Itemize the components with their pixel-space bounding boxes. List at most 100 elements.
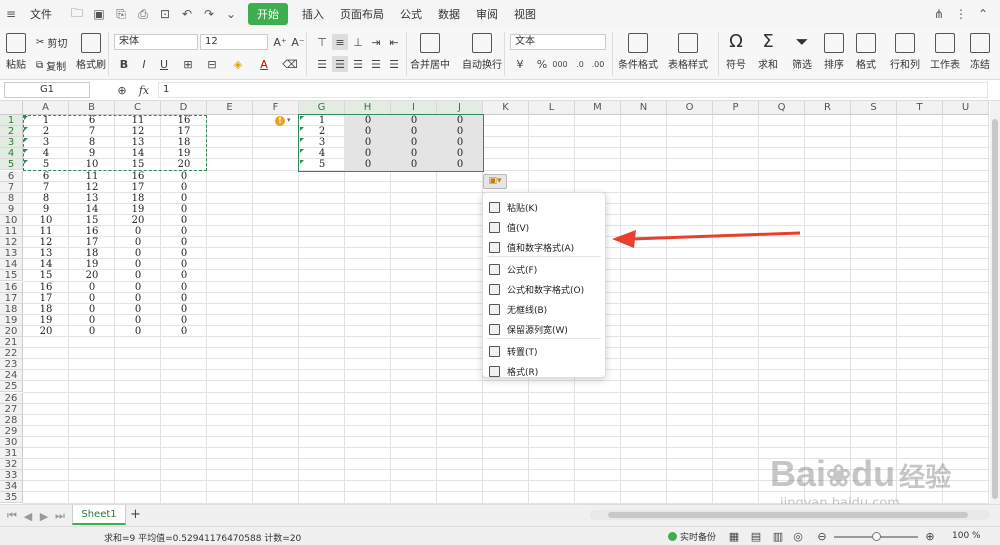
fx-icon[interactable]: fx	[134, 82, 154, 98]
cell-a12[interactable]: 12	[23, 237, 69, 248]
thousands-icon[interactable]: 000	[552, 56, 568, 72]
paste-options-button[interactable]: ▣▾	[483, 174, 507, 189]
cell-a9[interactable]: 9	[23, 204, 69, 215]
paste-menu-item-3[interactable]: 值和数字格式(A)	[483, 237, 605, 257]
increase-font-icon[interactable]: A⁺	[272, 34, 288, 50]
column-header-f[interactable]: F	[253, 101, 299, 115]
scroll-thumb[interactable]	[992, 119, 998, 499]
number-format-select[interactable]: 文本	[510, 34, 606, 50]
sum-button[interactable]: Σ 求和	[758, 33, 778, 72]
cell-c20[interactable]: 0	[115, 326, 161, 337]
column-header-m[interactable]: M	[575, 101, 621, 115]
row-header-33[interactable]: 33	[0, 470, 23, 482]
row-header-17[interactable]: 17	[0, 292, 23, 304]
cell-c16[interactable]: 0	[115, 282, 161, 293]
cell-b14[interactable]: 19	[69, 259, 115, 270]
cell-b17[interactable]: 0	[69, 293, 115, 304]
row-header-9[interactable]: 9	[0, 203, 23, 215]
page-layout-view-icon[interactable]: ▤	[748, 528, 764, 544]
column-header-i[interactable]: I	[391, 101, 437, 115]
decrease-font-icon[interactable]: A⁻	[290, 34, 306, 50]
decrease-decimal-icon[interactable]: .00	[590, 56, 606, 72]
row-header-27[interactable]: 27	[0, 403, 23, 415]
row-header-34[interactable]: 34	[0, 481, 23, 493]
increase-decimal-icon[interactable]: .0	[572, 56, 588, 72]
more-icon[interactable]: ⌄	[222, 5, 240, 23]
font-size-select[interactable]: 12	[200, 34, 268, 50]
bold-button[interactable]: B	[116, 56, 132, 72]
row-header-18[interactable]: 18	[0, 303, 23, 315]
cell-b19[interactable]: 0	[69, 315, 115, 326]
paste-menu-item-1[interactable]: 粘贴(K)	[483, 197, 605, 217]
sheet-tab-sheet1[interactable]: Sheet1	[72, 505, 126, 525]
freeze-button[interactable]: 冻结	[970, 33, 990, 71]
paste-menu-item-6[interactable]: 无框线(B)	[483, 299, 605, 319]
cell-b9[interactable]: 14	[69, 204, 115, 215]
percent-icon[interactable]: %	[534, 56, 550, 72]
add-sheet-button[interactable]: +	[130, 507, 141, 522]
page-break-view-icon[interactable]: ▥	[770, 528, 786, 544]
cell-b15[interactable]: 20	[69, 270, 115, 281]
row-header-6[interactable]: 6	[0, 170, 23, 182]
zoom-slider-handle[interactable]	[872, 532, 881, 541]
cell-d7[interactable]: 0	[161, 182, 207, 193]
format-painter-button[interactable]: 格式刷	[76, 33, 106, 71]
tab-home[interactable]: 开始	[248, 3, 288, 25]
worksheet-button[interactable]: 工作表	[930, 33, 960, 71]
open-folder-icon[interactable]: 🗀	[68, 5, 86, 23]
row-header-24[interactable]: 24	[0, 370, 23, 382]
row-header-10[interactable]: 10	[0, 214, 23, 226]
cell-c6[interactable]: 16	[115, 171, 161, 182]
align-bottom-icon[interactable]: ⊥	[350, 34, 366, 50]
row-header-19[interactable]: 19	[0, 314, 23, 326]
column-header-o[interactable]: O	[667, 101, 713, 115]
save-icon[interactable]: ▣	[90, 5, 108, 23]
font-name-select[interactable]: 宋体	[114, 34, 198, 50]
cell-d16[interactable]: 0	[161, 282, 207, 293]
cut-button[interactable]: ✂ 剪切	[36, 35, 67, 50]
column-header-d[interactable]: D	[161, 101, 207, 115]
cell-d8[interactable]: 0	[161, 193, 207, 204]
indent-icon[interactable]: ⇥	[368, 34, 384, 50]
zoom-out-icon[interactable]: ⊖	[814, 528, 830, 544]
cell-a20[interactable]: 20	[23, 326, 69, 337]
collapse-ribbon-icon[interactable]: ⌃	[974, 5, 992, 23]
cell-d14[interactable]: 0	[161, 259, 207, 270]
row-header-30[interactable]: 30	[0, 436, 23, 448]
cell-d13[interactable]: 0	[161, 248, 207, 259]
cell-b16[interactable]: 0	[69, 282, 115, 293]
cell-d10[interactable]: 0	[161, 215, 207, 226]
hamburger-icon[interactable]: ≡	[2, 5, 20, 23]
cell-d18[interactable]: 0	[161, 304, 207, 315]
font-color-button[interactable]: A	[256, 56, 272, 72]
align-center-icon[interactable]: ☰	[332, 56, 348, 72]
align-right-icon[interactable]: ☰	[350, 56, 366, 72]
italic-button[interactable]: I	[136, 56, 152, 72]
redo-icon[interactable]: ↷	[200, 5, 218, 23]
cell-c10[interactable]: 20	[115, 215, 161, 226]
cell-c9[interactable]: 19	[115, 204, 161, 215]
align-left-icon[interactable]: ☰	[314, 56, 330, 72]
column-header-n[interactable]: N	[621, 101, 667, 115]
cell-d6[interactable]: 0	[161, 171, 207, 182]
zoom-slider[interactable]	[834, 532, 918, 541]
cell-c17[interactable]: 0	[115, 293, 161, 304]
column-header-e[interactable]: E	[207, 101, 253, 115]
select-all-corner[interactable]	[0, 101, 23, 115]
cell-c14[interactable]: 0	[115, 259, 161, 270]
row-col-button[interactable]: 行和列	[890, 33, 920, 71]
fill-border-icon[interactable]: ⊟	[204, 56, 220, 72]
distribute-icon[interactable]: ☰	[386, 56, 402, 72]
merge-center-button[interactable]: 合并居中	[410, 33, 450, 71]
last-sheet-icon[interactable]: ⏭	[52, 508, 68, 524]
row-header-13[interactable]: 13	[0, 248, 23, 260]
row-header-32[interactable]: 32	[0, 459, 23, 471]
print-icon[interactable]: ⎙	[134, 5, 152, 23]
cell-d12[interactable]: 0	[161, 237, 207, 248]
share-icon[interactable]: ⋔	[930, 5, 948, 23]
paste-menu-item-7[interactable]: 保留源列宽(W)	[483, 319, 605, 339]
cell-b20[interactable]: 0	[69, 326, 115, 337]
vertical-scrollbar[interactable]	[990, 101, 1000, 504]
outdent-icon[interactable]: ⇤	[386, 34, 402, 50]
cell-a15[interactable]: 15	[23, 270, 69, 281]
